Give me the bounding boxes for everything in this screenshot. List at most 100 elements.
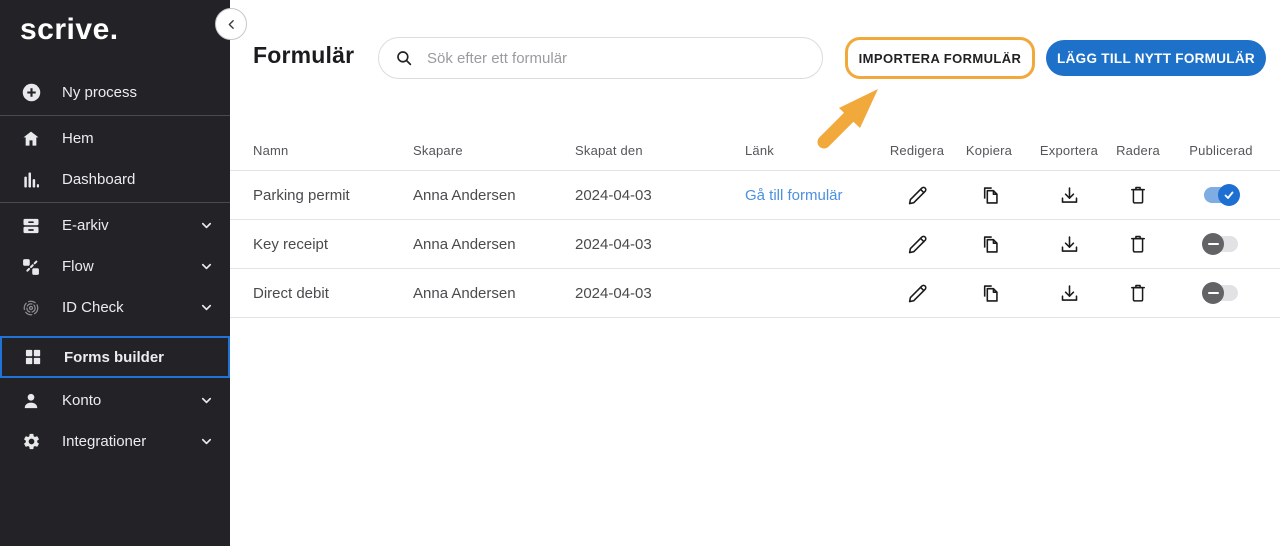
sidebar-collapse-button[interactable] [215,8,247,40]
col-header-lank: Länk [745,143,880,158]
sidebar-item-label: E-arkiv [62,217,109,234]
table-row: Key receipt Anna Andersen 2024-04-03 [230,220,1280,269]
fingerprint-icon [20,297,42,319]
download-icon [1059,283,1080,304]
copy-icon [979,283,1000,304]
dash-icon [1208,292,1219,295]
sidebar-item-label: Hem [62,130,94,147]
published-toggle[interactable] [1204,236,1238,252]
sidebar-item-id-check[interactable]: ID Check [0,287,230,328]
delete-button[interactable] [1128,283,1148,303]
chevron-down-icon [199,300,214,315]
form-name: Parking permit [253,187,413,204]
sidebar-item-flow[interactable]: Flow [0,246,230,287]
sidebar-item-ny-process[interactable]: Ny process [0,72,230,113]
table-header-row: Namn Skapare Skapat den Länk Redigera Ko… [230,130,1280,171]
forms-table: Namn Skapare Skapat den Länk Redigera Ko… [230,130,1280,318]
sidebar-item-e-arkiv[interactable]: E-arkiv [0,205,230,246]
copy-button[interactable] [979,185,1000,206]
sidebar-item-forms-builder[interactable]: Forms builder [0,336,230,378]
sidebar-item-label: Forms builder [64,349,164,366]
add-new-form-button[interactable]: LÄGG TILL NYTT FORMULÄR [1046,40,1266,76]
search-box[interactable] [378,37,823,79]
sidebar-item-label: Flow [62,258,94,275]
edit-button[interactable] [907,234,928,255]
form-creator: Anna Andersen [413,187,575,204]
export-button[interactable] [1059,185,1080,206]
search-icon [395,49,413,67]
form-creator: Anna Andersen [413,285,575,302]
col-header-kopiera: Kopiera [954,143,1024,158]
col-header-publicerad: Publicerad [1162,143,1280,158]
toggle-thumb [1202,233,1224,255]
col-header-exportera: Exportera [1024,143,1114,158]
pencil-icon [907,234,928,255]
chevron-down-icon [199,393,214,408]
trash-icon [1128,283,1148,303]
trash-icon [1128,234,1148,254]
pencil-icon [907,185,928,206]
grid-icon [22,346,44,368]
sidebar-item-label: Integrationer [62,433,146,450]
sidebar-item-label: Dashboard [62,171,135,188]
pencil-icon [907,283,928,304]
bar-chart-icon [20,169,42,191]
sidebar-nav: Ny process Hem Dashboard E-arkiv [0,72,230,462]
chevron-down-icon [199,259,214,274]
download-icon [1059,234,1080,255]
copy-button[interactable] [979,234,1000,255]
form-created-date: 2024-04-03 [575,236,745,253]
sidebar-item-integrationer[interactable]: Integrationer [0,421,230,462]
download-icon [1059,185,1080,206]
published-toggle[interactable] [1204,285,1238,301]
table-row: Parking permit Anna Andersen 2024-04-03 … [230,171,1280,220]
trash-icon [1128,185,1148,205]
export-button[interactable] [1059,283,1080,304]
form-created-date: 2024-04-03 [575,285,745,302]
page-title: Formulär [253,42,354,69]
sidebar-divider [0,115,230,116]
sidebar-item-label: Ny process [62,84,137,101]
search-input[interactable] [425,49,806,68]
chevron-down-icon [199,434,214,449]
sidebar-item-dashboard[interactable]: Dashboard [0,159,230,200]
table-row: Direct debit Anna Andersen 2024-04-03 [230,269,1280,318]
flow-icon [20,256,42,278]
edit-button[interactable] [907,283,928,304]
scrive-logo: scrive. [0,0,230,48]
gear-icon [20,431,42,453]
delete-button[interactable] [1128,234,1148,254]
plus-circle-icon [20,82,42,104]
copy-button[interactable] [979,283,1000,304]
toggle-thumb [1218,184,1240,206]
col-header-namn: Namn [253,143,413,158]
delete-button[interactable] [1128,185,1148,205]
sidebar: scrive. Ny process Hem Dashboard [0,0,230,546]
sidebar-item-label: ID Check [62,299,124,316]
published-toggle[interactable] [1204,187,1238,203]
go-to-form-link[interactable]: Gå till formulär [745,187,843,204]
col-header-skapat-den: Skapat den [575,143,745,158]
person-icon [20,390,42,412]
col-header-skapare: Skapare [413,143,575,158]
col-header-radera: Radera [1114,143,1162,158]
form-name: Key receipt [253,236,413,253]
copy-icon [979,234,1000,255]
archive-icon [20,215,42,237]
dash-icon [1208,243,1219,246]
edit-button[interactable] [907,185,928,206]
export-button[interactable] [1059,234,1080,255]
chevron-down-icon [199,218,214,233]
toggle-thumb [1202,282,1224,304]
sidebar-item-konto[interactable]: Konto [0,380,230,421]
form-created-date: 2024-04-03 [575,187,745,204]
sidebar-divider [0,202,230,203]
col-header-redigera: Redigera [880,143,954,158]
form-name: Direct debit [253,285,413,302]
home-icon [20,128,42,150]
import-form-button[interactable]: IMPORTERA FORMULÄR [845,37,1035,79]
sidebar-item-label: Konto [62,392,101,409]
check-icon [1223,189,1235,201]
form-creator: Anna Andersen [413,236,575,253]
sidebar-item-hem[interactable]: Hem [0,118,230,159]
